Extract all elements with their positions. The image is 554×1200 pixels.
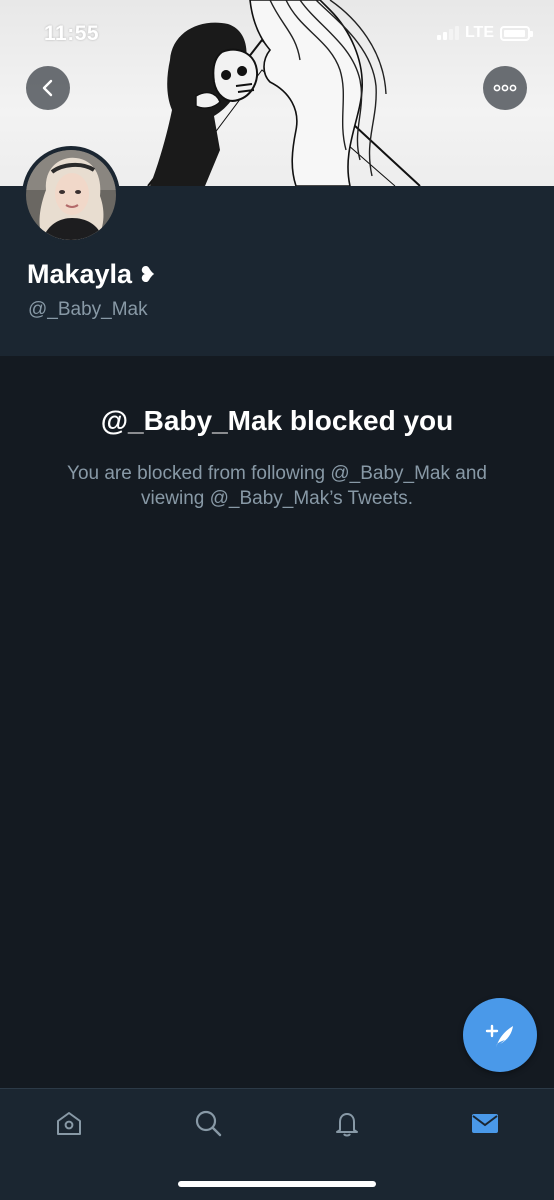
tab-notifications[interactable] <box>327 1103 367 1143</box>
tab-messages[interactable] <box>465 1103 505 1143</box>
battery-icon <box>500 25 533 41</box>
bell-icon <box>336 1113 358 1137</box>
back-button[interactable] <box>26 66 70 110</box>
compose-tweet-icon <box>485 1024 513 1048</box>
display-name-text: Makayla <box>27 259 133 289</box>
status-bar: 11:55 LTE <box>0 0 554 66</box>
search-icon <box>195 1110 222 1137</box>
status-time: 11:55 <box>44 22 100 45</box>
status-indicators: LTE <box>436 22 533 44</box>
avatar-photo <box>26 150 116 240</box>
tab-search[interactable] <box>188 1103 228 1143</box>
blocked-title: @_Baby_Mak blocked you <box>100 405 454 436</box>
compose-tweet-button[interactable] <box>463 998 537 1072</box>
user-handle: @_Baby_Mak <box>28 299 148 320</box>
more-horizontal-icon <box>493 84 517 92</box>
tab-home[interactable] <box>49 1103 89 1143</box>
display-name: Makayla ❥ <box>27 259 157 290</box>
heart-emoji-icon: ❥ <box>138 261 157 287</box>
more-options-button[interactable] <box>483 66 527 110</box>
avatar[interactable] <box>22 146 120 244</box>
mail-icon <box>472 1114 498 1133</box>
home-indicator[interactable] <box>178 1181 376 1187</box>
cellular-signal-icon <box>436 26 459 40</box>
chevron-left-icon <box>42 79 53 97</box>
home-icon <box>57 1112 81 1135</box>
network-type: LTE <box>464 24 494 41</box>
profile-screen: 11:55 LTE Makayla ❥ @_Baby_Mak @_Baby_Ma… <box>0 0 554 1200</box>
blocked-description: You are blocked from following @_Baby_Ma… <box>67 463 487 509</box>
